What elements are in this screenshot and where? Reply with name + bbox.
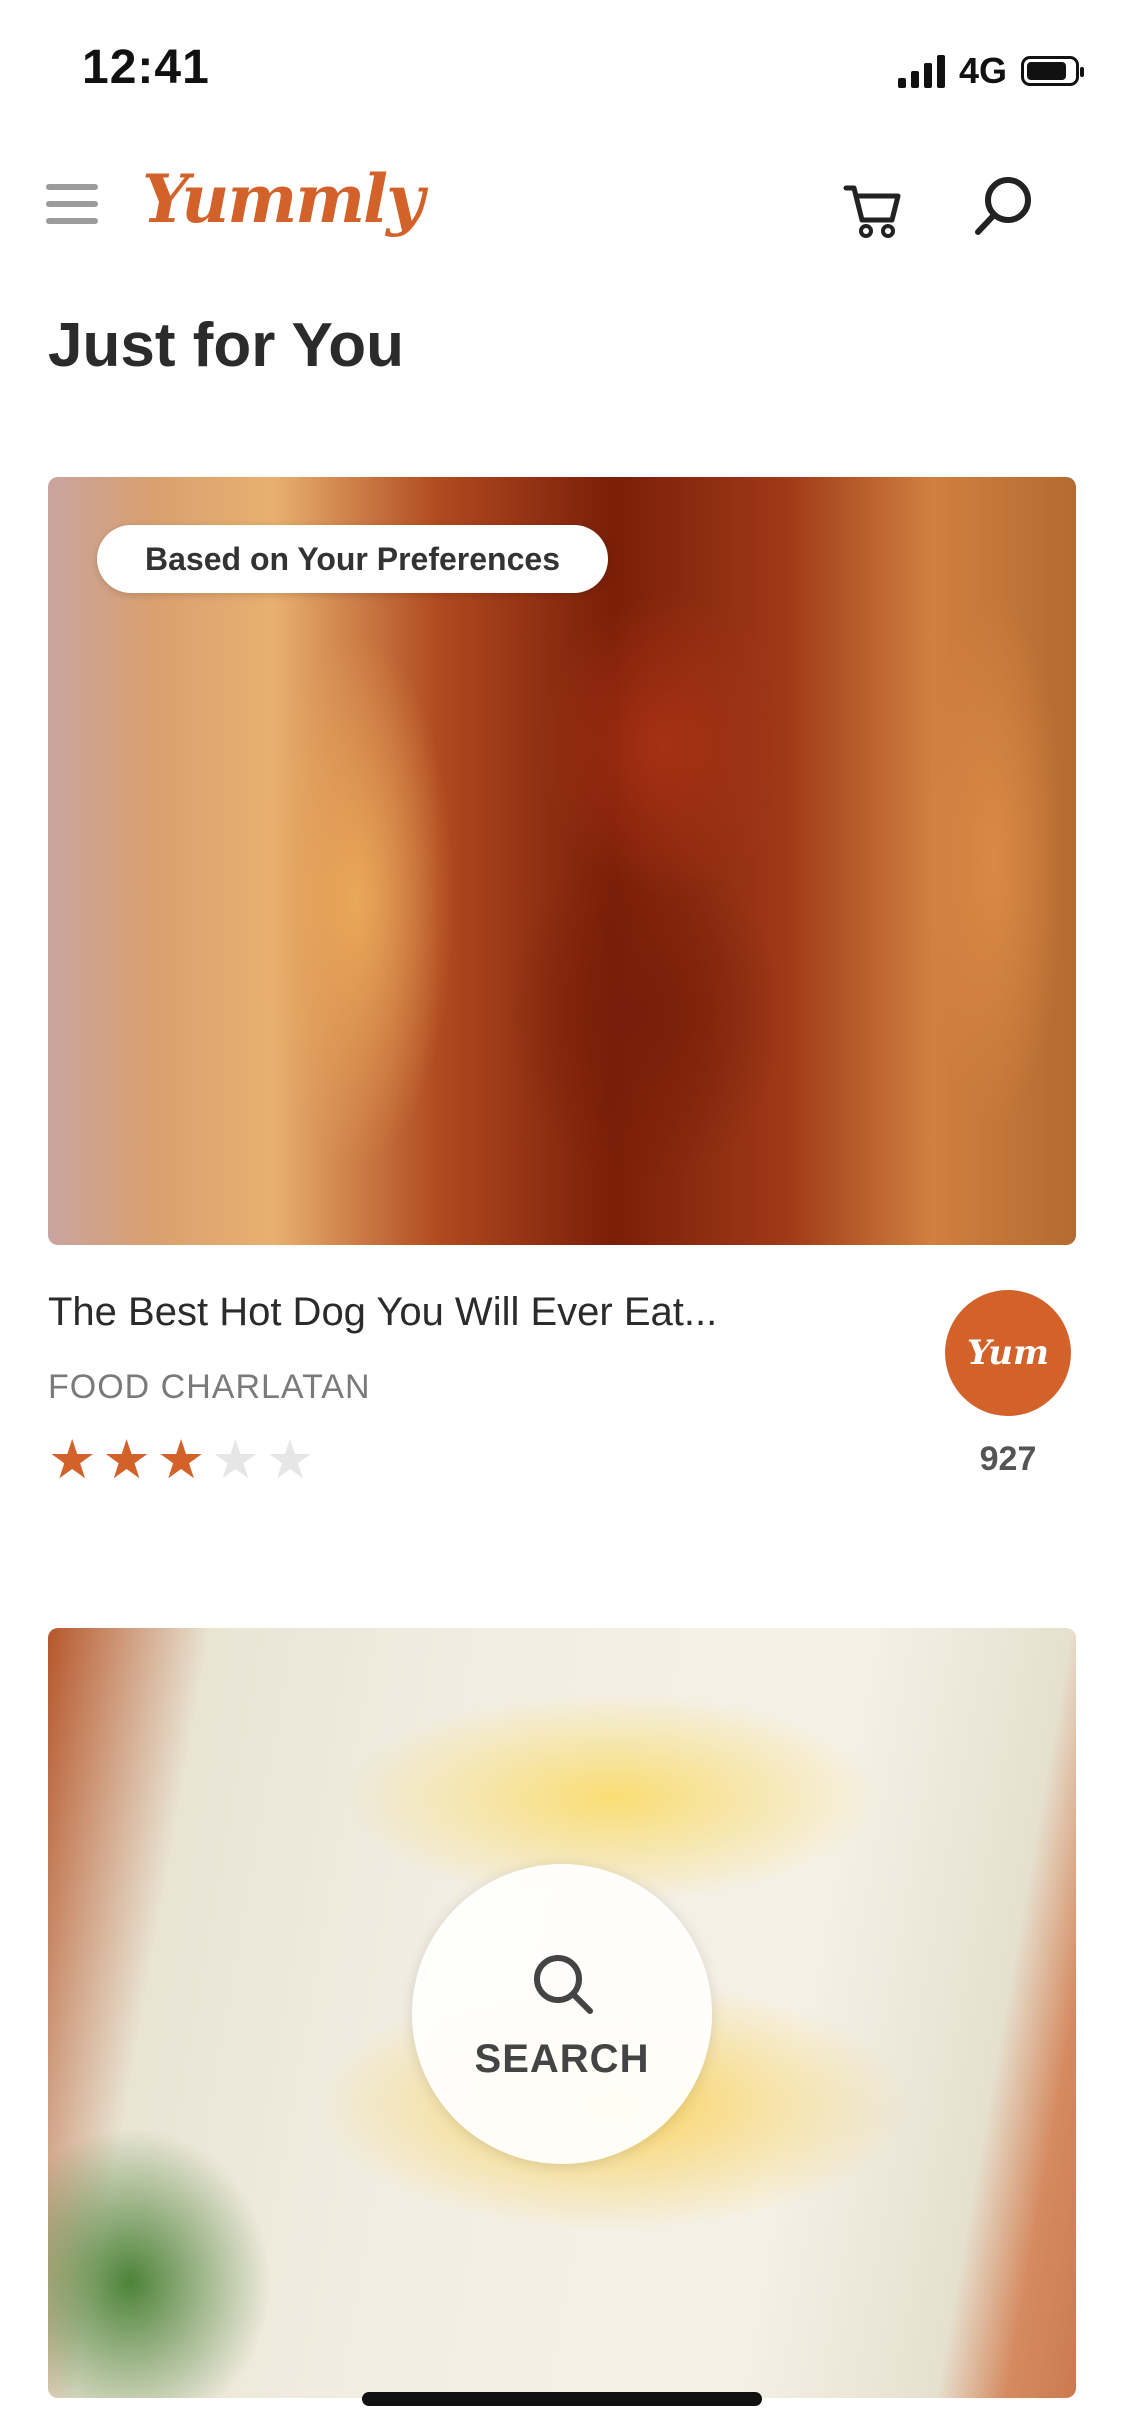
star-filled-icon: ★: [48, 1430, 97, 1490]
app-header: Yummly: [0, 160, 1125, 260]
search-icon: [534, 1954, 593, 2014]
search-icon[interactable]: [968, 170, 1038, 240]
search-floating-button[interactable]: SEARCH: [412, 1864, 712, 2164]
star-empty-icon: ★: [265, 1430, 315, 1490]
shopping-cart-icon[interactable]: [840, 174, 908, 242]
hamburger-menu-icon[interactable]: [46, 184, 98, 224]
star-rating: ★ ★ ★ ★ ★: [48, 1430, 314, 1490]
recipe-source[interactable]: FOOD CHARLATAN: [48, 1368, 371, 1407]
status-time: 12:41: [82, 41, 210, 94]
star-empty-icon: ★: [211, 1430, 260, 1490]
search-label: SEARCH: [474, 2036, 650, 2081]
battery-level: [1027, 62, 1066, 80]
yum-count: 927: [979, 1440, 1037, 1478]
section-title: Just for You: [48, 311, 404, 380]
status-indicators: 4G: [897, 50, 1084, 92]
recipe-title[interactable]: The Best Hot Dog You Will Ever Eat...: [48, 1290, 717, 1335]
battery-icon: [1021, 56, 1084, 86]
star-filled-icon: ★: [102, 1430, 151, 1490]
star-filled-icon: ★: [156, 1430, 206, 1490]
home-indicator[interactable]: [362, 2392, 762, 2406]
status-bar: 12:41 4G: [0, 0, 1125, 140]
preferences-badge: Based on Your Preferences: [97, 525, 608, 593]
yum-button[interactable]: Yum: [945, 1290, 1071, 1416]
yummly-logo[interactable]: Yummly: [142, 160, 424, 238]
network-type: 4G: [958, 50, 1007, 91]
signal-strength-icon: [897, 54, 945, 88]
